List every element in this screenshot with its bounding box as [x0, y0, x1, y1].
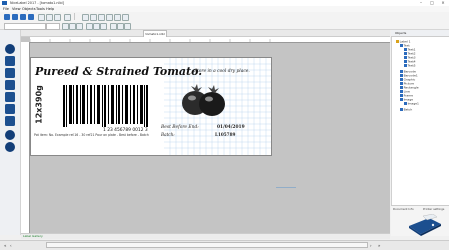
objects-panel-tabs: Objects: [391, 30, 449, 37]
batch-label[interactable]: Batch:: [161, 132, 175, 137]
font-size-select[interactable]: [46, 23, 60, 30]
tomatoes-picture[interactable]: [181, 83, 227, 117]
horizontal-ruler: [30, 37, 390, 43]
zoom-out-icon[interactable]: [46, 14, 53, 21]
zoom-fit-icon[interactable]: [54, 14, 61, 21]
barcode-tool-icon[interactable]: [5, 80, 15, 90]
rotate-icon[interactable]: [110, 22, 117, 30]
pointer-icon[interactable]: [5, 44, 15, 54]
inverse-tool-icon[interactable]: [5, 142, 15, 152]
zoom-in-icon[interactable]: [38, 14, 45, 21]
label-footnote[interactable]: Pot item: No. Example ref.16 - 30 ref21 …: [34, 133, 149, 137]
save-icon[interactable]: [20, 14, 26, 20]
distribute-icon[interactable]: [106, 14, 113, 21]
align-right-icon[interactable]: [100, 22, 107, 30]
label-weight[interactable]: 12x390g: [35, 85, 44, 125]
horizontal-scrollbar[interactable]: [46, 242, 368, 248]
document-info-label[interactable]: Document Info: [393, 207, 414, 211]
ellipse-tool-icon[interactable]: [5, 130, 15, 140]
tree-item[interactable]: Text5: [404, 64, 416, 68]
open-icon[interactable]: [12, 14, 18, 20]
selection-line: [276, 187, 296, 188]
barcode[interactable]: [61, 85, 149, 127]
batch-value[interactable]: L105789: [215, 132, 235, 137]
format-toolbar: [0, 22, 449, 30]
italic-icon[interactable]: [69, 22, 76, 30]
printer-panel: Document Info Printer settings: [391, 205, 449, 236]
grid-icon[interactable]: [124, 22, 131, 30]
tree-item[interactable]: Batch: [400, 108, 412, 112]
picture-tool-icon[interactable]: [5, 92, 15, 102]
line-tool-icon[interactable]: [5, 116, 15, 126]
bold-icon[interactable]: [62, 22, 69, 30]
print-icon[interactable]: [28, 14, 34, 20]
best-before-label[interactable]: Best Before End:: [161, 125, 199, 130]
label-canvas[interactable]: Pureed & Strained Tomato. 12x390g 1 23 4…: [30, 57, 272, 156]
object-palette: [0, 30, 21, 235]
toolbar-separator: [74, 13, 75, 20]
text-tool-icon[interactable]: [5, 56, 15, 66]
redo-icon[interactable]: [90, 14, 97, 21]
lock-icon[interactable]: [117, 22, 124, 30]
align-left-icon[interactable]: [86, 22, 93, 30]
label-gallery-text: Label Gallery: [23, 234, 43, 238]
rectangle-tool-icon[interactable]: [5, 104, 15, 114]
printer-settings-label[interactable]: Printer settings: [423, 207, 444, 211]
storage-text[interactable]: Store in a cool dry place.: [194, 69, 250, 74]
rich-text-tool-icon[interactable]: [5, 68, 15, 78]
order-icon[interactable]: [122, 14, 129, 21]
font-select[interactable]: [4, 23, 46, 30]
main-toolbar: [0, 12, 449, 22]
undo-icon[interactable]: [82, 14, 89, 21]
align-center-icon[interactable]: [93, 22, 100, 30]
document-tab[interactable]: tomato1.nlbl: [143, 30, 167, 37]
vertical-ruler: [21, 42, 30, 235]
label-title[interactable]: Pureed & Strained Tomato.: [35, 65, 202, 78]
new-icon[interactable]: [4, 14, 10, 20]
objects-tab[interactable]: Objects: [395, 30, 406, 36]
document-tab-strip: [21, 30, 390, 37]
cut-icon[interactable]: [64, 14, 71, 21]
tree-item[interactable]: Image1: [404, 102, 419, 106]
best-before-value[interactable]: 01/04/2019: [217, 125, 245, 130]
printer-icon[interactable]: [403, 214, 443, 236]
app-icon: [2, 1, 7, 5]
group-icon[interactable]: [114, 14, 121, 21]
label-gallery-tab[interactable]: Label Gallery: [21, 233, 390, 239]
align-icon[interactable]: [98, 14, 105, 21]
underline-icon[interactable]: [76, 22, 83, 30]
